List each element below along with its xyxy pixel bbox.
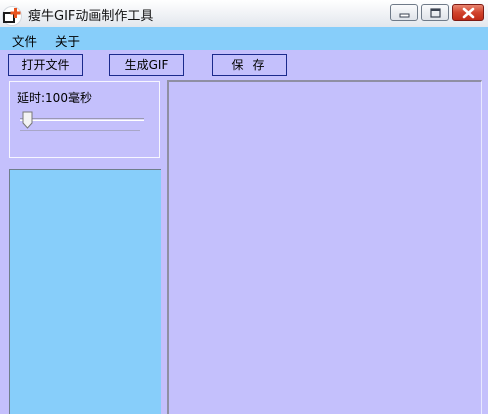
close-icon bbox=[462, 7, 475, 19]
minimize-button[interactable] bbox=[390, 4, 418, 21]
delay-slider-baseline bbox=[20, 130, 140, 131]
open-file-button[interactable]: 打开文件 bbox=[8, 54, 83, 76]
delay-label: 延时:100毫秒 bbox=[17, 91, 92, 105]
menu-bar: 文件 关于 bbox=[0, 27, 488, 50]
delay-group: 延时:100毫秒 bbox=[9, 81, 160, 158]
delay-slider-thumb[interactable] bbox=[22, 111, 33, 129]
make-gif-button[interactable]: 生成GIF bbox=[109, 54, 184, 76]
delay-slider-track[interactable] bbox=[20, 118, 144, 121]
minimize-icon bbox=[399, 13, 410, 18]
close-button[interactable] bbox=[452, 4, 484, 21]
app-logo-icon bbox=[2, 6, 22, 26]
title-bar: 瘦牛GIF动画制作工具 bbox=[0, 0, 488, 28]
menu-file[interactable]: 文件 bbox=[12, 31, 37, 50]
maximize-icon bbox=[430, 8, 441, 18]
frame-list-panel[interactable] bbox=[9, 169, 161, 414]
save-button[interactable]: 保存 bbox=[212, 54, 287, 76]
window-title: 瘦牛GIF动画制作工具 bbox=[28, 9, 154, 24]
menu-about[interactable]: 关于 bbox=[55, 31, 80, 50]
preview-panel bbox=[167, 80, 482, 414]
maximize-button[interactable] bbox=[421, 4, 449, 21]
